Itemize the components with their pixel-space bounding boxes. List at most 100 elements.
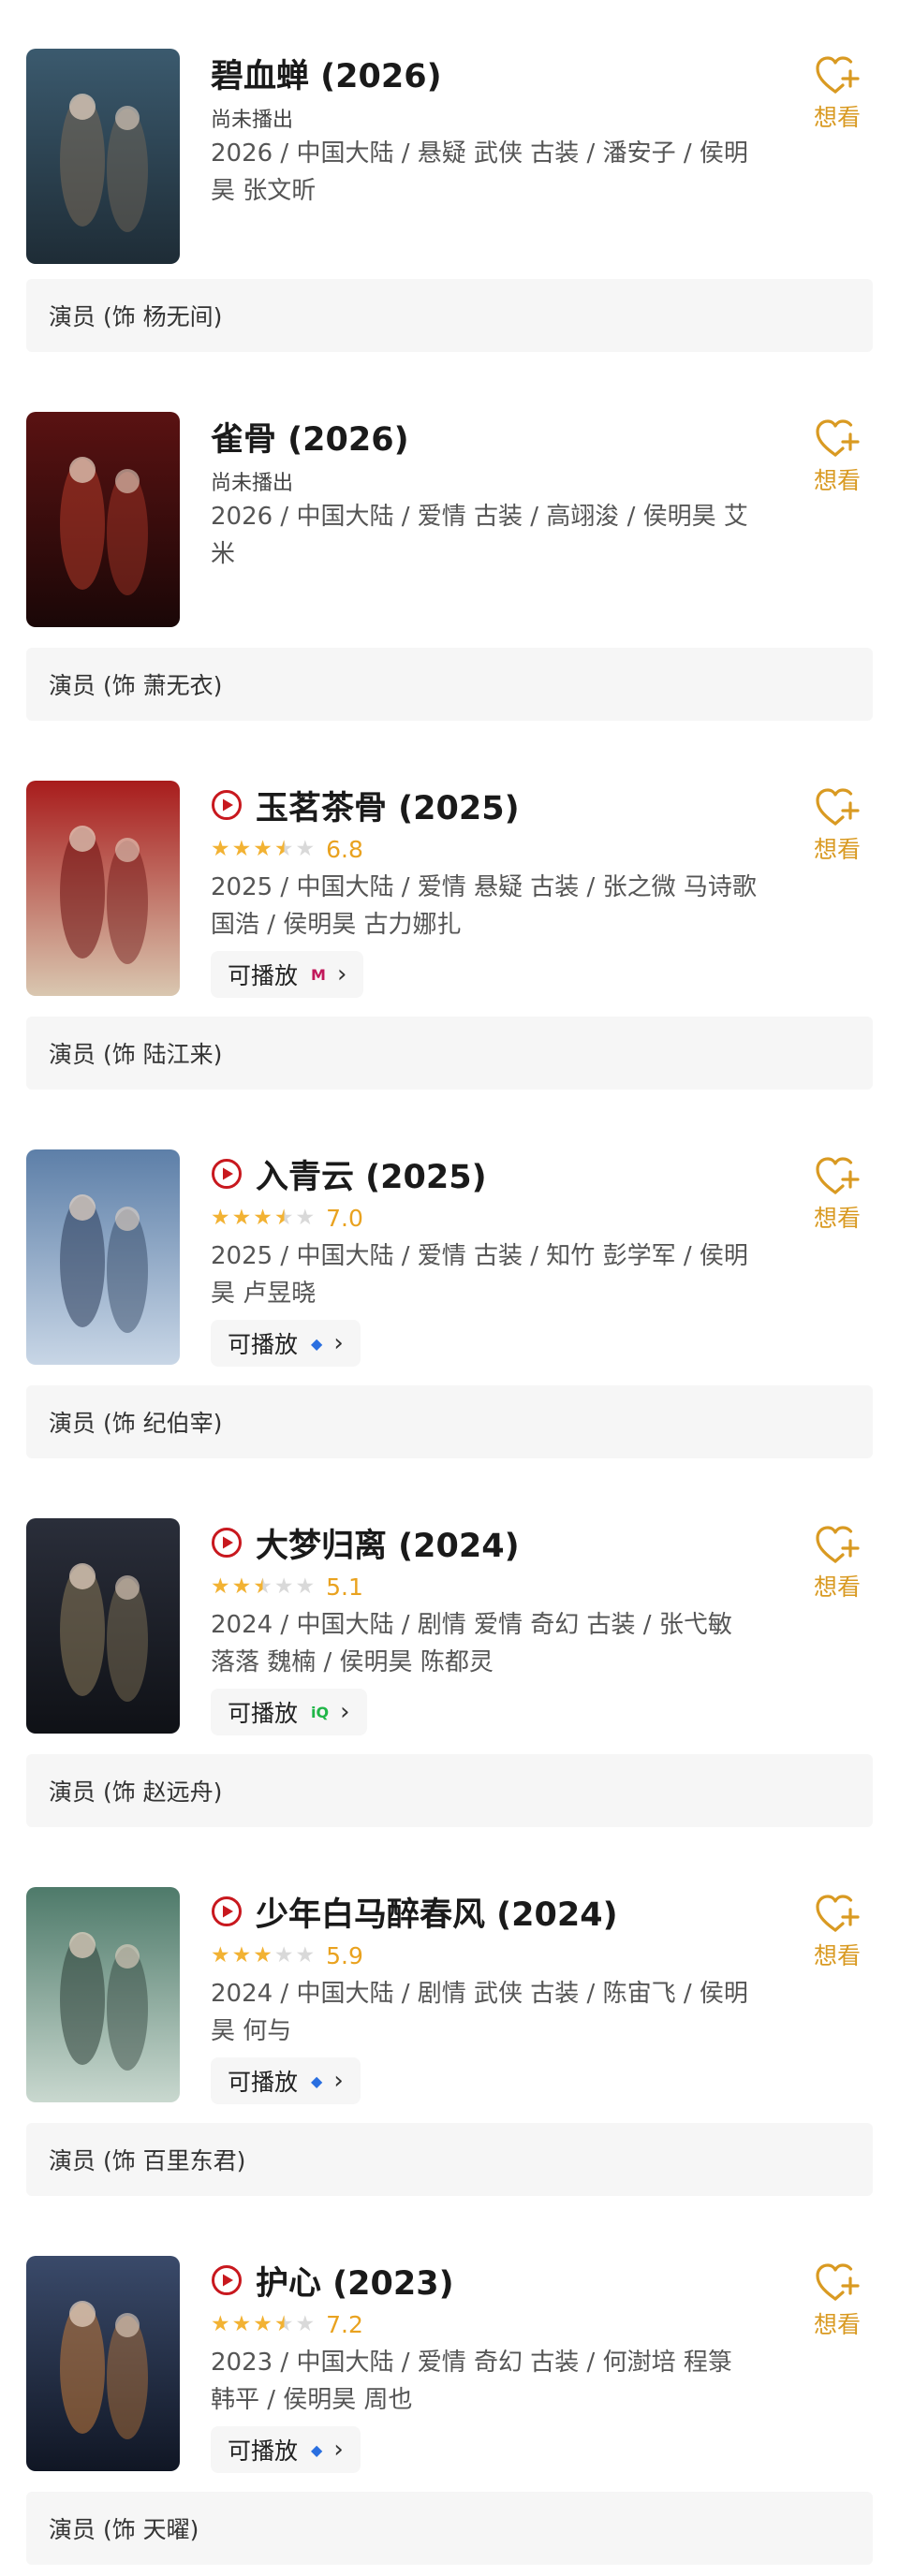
- work-title[interactable]: 碧血蝉 (2026): [211, 50, 442, 97]
- want-to-watch-label: 想看: [813, 1942, 861, 1969]
- work-card[interactable]: 碧血蝉 (2026) 尚未播出 2026 / 中国大陆 / 悬疑 武侠 古装 /…: [0, 0, 899, 268]
- title-row: 玉茗茶骨 (2025): [211, 779, 763, 831]
- heart-plus-icon: [816, 1895, 860, 1932]
- poster-image[interactable]: [26, 781, 180, 996]
- star-full-icon: ★: [211, 1942, 230, 1968]
- title-row: 入青云 (2025): [211, 1148, 763, 1200]
- poster-image[interactable]: [26, 49, 180, 264]
- work-info: 玉茗茶骨 (2025) ★ ★ ★ ★ ★ 6.8 2025 / 中国大陆 / 爱情 悬…: [211, 779, 763, 998]
- poster-image[interactable]: [26, 412, 180, 627]
- work-entry: 入青云 (2025) ★ ★ ★ ★ ★ 7.0 2025 / 中国大陆 / 爱情 古装…: [0, 1101, 899, 1470]
- poster-image[interactable]: [26, 1518, 180, 1734]
- filmography-list: 碧血蝉 (2026) 尚未播出 2026 / 中国大陆 / 悬疑 武侠 古装 /…: [0, 0, 899, 2576]
- star-half-icon: ★: [253, 1573, 273, 1599]
- role-text: 演员 (饰 赵远舟): [49, 1778, 223, 1806]
- playable-button[interactable]: 可播放 iQ ›: [211, 1689, 367, 1735]
- playable-button[interactable]: 可播放 ◆ ›: [211, 2057, 361, 2104]
- role-text: 演员 (饰 萧无衣): [49, 672, 223, 699]
- want-to-watch-button[interactable]: 想看: [807, 786, 867, 865]
- star-rating-icon: ★ ★ ★ ★ ★: [211, 1573, 317, 1599]
- work-info: 护心 (2023) ★ ★ ★ ★ ★ 7.2 2023 / 中国大陆 / 爱情 奇幻 …: [211, 2254, 763, 2473]
- star-rating-icon: ★ ★ ★ ★ ★: [211, 2311, 317, 2336]
- play-circle-icon: [212, 2265, 242, 2295]
- work-meta: 2025 / 中国大陆 / 爱情 悬疑 古装 / 张之微 马诗歌 国浩 / 侯明…: [211, 873, 757, 939]
- heart-plus-icon: [816, 2263, 860, 2301]
- work-card[interactable]: 入青云 (2025) ★ ★ ★ ★ ★ 7.0 2025 / 中国大陆 / 爱情 古装…: [0, 1101, 899, 1374]
- role-bar[interactable]: 演员 (饰 陆江来): [26, 1017, 873, 1090]
- rating: ★ ★ ★ ★ ★ 5.1: [211, 1571, 763, 1603]
- role-text: 演员 (饰 陆江来): [49, 1041, 223, 1068]
- role-bar[interactable]: 演员 (饰 杨无间): [26, 279, 873, 352]
- star-empty-icon: ★: [273, 1573, 294, 1599]
- playable-button[interactable]: 可播放 ◆ ›: [211, 2426, 361, 2473]
- mango-logo-icon: M: [311, 965, 326, 984]
- playable-button[interactable]: 可播放 ◆ ›: [211, 1320, 361, 1367]
- star-full-icon: ★: [253, 1205, 273, 1230]
- work-card[interactable]: 大梦归离 (2024) ★ ★ ★ ★ ★ 5.1 2024 / 中国大陆 / 剧情 爱…: [0, 1470, 899, 1743]
- work-title[interactable]: 护心 (2023): [256, 2257, 454, 2305]
- playable-label: 可播放: [228, 2437, 299, 2465]
- want-to-watch-button[interactable]: 想看: [807, 1524, 867, 1603]
- role-bar[interactable]: 演员 (饰 百里东君): [26, 2123, 873, 2196]
- role-bar[interactable]: 演员 (饰 赵远舟): [26, 1754, 873, 1827]
- role-bar[interactable]: 演员 (饰 萧无衣): [26, 648, 873, 721]
- work-info: 少年白马醉春风 (2024) ★ ★ ★ ★ ★ 5.9 2024 / 中国大陆 / 剧…: [211, 1885, 763, 2104]
- work-card[interactable]: 玉茗茶骨 (2025) ★ ★ ★ ★ ★ 6.8 2025 / 中国大陆 / 爱情 悬…: [0, 732, 899, 1005]
- work-entry: 少年白马醉春风 (2024) ★ ★ ★ ★ ★ 5.9 2024 / 中国大陆 / 剧…: [0, 1838, 899, 2207]
- play-circle-icon: [212, 1159, 242, 1189]
- want-to-watch-button[interactable]: 想看: [807, 2261, 867, 2340]
- work-title[interactable]: 雀骨 (2026): [211, 413, 409, 461]
- star-full-icon: ★: [231, 1573, 252, 1599]
- work-card[interactable]: 护心 (2023) ★ ★ ★ ★ ★ 7.2 2023 / 中国大陆 / 爱情 奇幻 …: [0, 2207, 899, 2481]
- youku-logo-icon: ◆: [311, 2071, 323, 2090]
- star-empty-icon: ★: [295, 1205, 316, 1230]
- role-bar[interactable]: 演员 (饰 纪伯宰): [26, 1385, 873, 1458]
- work-meta: 2023 / 中国大陆 / 爱情 奇幻 古装 / 何澍培 程箓 韩平 / 侯明昊…: [211, 2349, 732, 2414]
- want-to-watch-button[interactable]: 想看: [807, 1893, 867, 1971]
- work-entry: 雀骨 (2026) 尚未播出 2026 / 中国大陆 / 爱情 古装 / 高翊浚…: [0, 363, 899, 732]
- role-bar[interactable]: 演员 (饰 天曜): [26, 2492, 873, 2565]
- playable-label: 可播放: [228, 1700, 299, 1727]
- want-to-watch-button[interactable]: 想看: [807, 54, 867, 133]
- work-title[interactable]: 玉茗茶骨 (2025): [256, 782, 520, 829]
- want-to-watch-button[interactable]: 想看: [807, 1155, 867, 1234]
- want-to-watch-label: 想看: [813, 467, 861, 494]
- want-to-watch-label: 想看: [813, 1205, 861, 1232]
- work-info: 雀骨 (2026) 尚未播出 2026 / 中国大陆 / 爱情 古装 / 高翊浚…: [211, 410, 763, 573]
- chevron-right-icon: ›: [333, 1329, 344, 1357]
- release-status: 尚未播出: [211, 109, 294, 132]
- work-meta: 2025 / 中国大陆 / 爱情 古装 / 知竹 彭学军 / 侯明昊 卢昱晓: [211, 1242, 748, 1308]
- work-title[interactable]: 入青云 (2025): [256, 1150, 487, 1198]
- work-title[interactable]: 大梦归离 (2024): [256, 1519, 520, 1567]
- star-rating-icon: ★ ★ ★ ★ ★: [211, 1205, 317, 1230]
- star-empty-icon: ★: [295, 1573, 316, 1599]
- star-full-icon: ★: [231, 836, 252, 861]
- chevron-right-icon: ›: [340, 1698, 350, 1726]
- poster-image[interactable]: [26, 2256, 180, 2471]
- rating: ★ ★ ★ ★ ★ 7.0: [211, 1202, 763, 1234]
- work-card[interactable]: 少年白马醉春风 (2024) ★ ★ ★ ★ ★ 5.9 2024 / 中国大陆 / 剧…: [0, 1838, 899, 2112]
- star-full-icon: ★: [211, 1205, 230, 1230]
- youku-logo-icon: ◆: [311, 2440, 323, 2459]
- want-to-watch-button[interactable]: 想看: [807, 417, 867, 496]
- chevron-right-icon: ›: [333, 2067, 344, 2095]
- playable-label: 可播放: [228, 962, 299, 989]
- want-to-watch-label: 想看: [813, 836, 861, 863]
- star-full-icon: ★: [231, 2311, 252, 2336]
- heart-plus-icon: [816, 1526, 860, 1563]
- rating-score: 5.1: [326, 1573, 363, 1601]
- heart-plus-icon: [816, 419, 860, 457]
- work-entry: 碧血蝉 (2026) 尚未播出 2026 / 中国大陆 / 悬疑 武侠 古装 /…: [0, 0, 899, 363]
- star-half-icon: ★: [273, 2311, 294, 2336]
- work-info: 大梦归离 (2024) ★ ★ ★ ★ ★ 5.1 2024 / 中国大陆 / 剧情 爱…: [211, 1516, 763, 1735]
- title-row: 护心 (2023): [211, 2254, 763, 2306]
- playable-button[interactable]: 可播放 M ›: [211, 951, 364, 998]
- want-to-watch-label: 想看: [813, 2311, 861, 2338]
- work-card[interactable]: 雀骨 (2026) 尚未播出 2026 / 中国大陆 / 爱情 古装 / 高翊浚…: [0, 363, 899, 637]
- poster-image[interactable]: [26, 1149, 180, 1365]
- poster-image[interactable]: [26, 1887, 180, 2102]
- work-title[interactable]: 少年白马醉春风 (2024): [256, 1888, 618, 1936]
- rating: ★ ★ ★ ★ ★ 6.8: [211, 833, 763, 865]
- rating-score: 5.9: [326, 1941, 363, 1969]
- role-text: 演员 (饰 百里东君): [49, 2147, 246, 2174]
